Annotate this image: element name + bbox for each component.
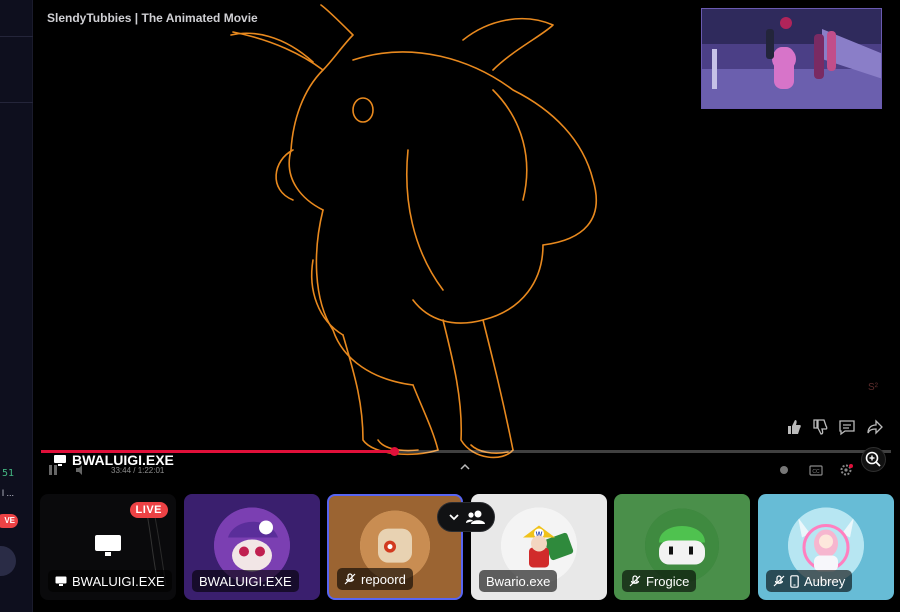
video-timecode: 33:44 / 1:22:01	[111, 466, 165, 475]
participant-name: Frogice	[646, 573, 690, 589]
participant-name: Bwario.exe	[486, 573, 551, 589]
sidebar-live-badge: VE	[0, 514, 18, 528]
participant-name-tag: Aubrey	[766, 570, 853, 592]
participant-tile[interactable]: LIVE BWALUIGI.EXE	[40, 494, 176, 600]
captions-icon[interactable]: CC	[809, 463, 823, 477]
stream-video[interactable]: SlendyTubbies | The Animated Movie S² BW…	[33, 0, 900, 492]
chevron-down-icon[interactable]	[447, 510, 461, 524]
participant-tile[interactable]: Aubrey	[758, 494, 894, 600]
participant-name-tag: Frogice	[622, 570, 697, 592]
mic-muted-icon	[344, 573, 356, 585]
pip-video[interactable]	[701, 8, 882, 109]
sidebar-avatar[interactable]	[0, 546, 16, 576]
participant-name-tag: repoord	[337, 568, 413, 590]
settings-gear-icon[interactable]	[839, 463, 853, 477]
autoplay-icon[interactable]	[777, 463, 791, 477]
channel-sidebar: 51 l ... VE	[0, 0, 33, 612]
pip-scene	[702, 9, 881, 108]
participant-tile[interactable]: BWALUIGI.EXE	[184, 494, 320, 600]
sidebar-divider	[0, 36, 33, 37]
mic-muted-icon	[629, 575, 641, 587]
svg-text:CC: CC	[812, 469, 820, 475]
comment-icon[interactable]	[838, 418, 856, 436]
like-icon[interactable]	[785, 418, 803, 436]
video-watermark: S²	[868, 382, 878, 393]
participant-name-tag: Bwario.exe	[479, 570, 558, 592]
app-root: 51 l ... VE SlendyTubbies | The Animated…	[0, 0, 900, 612]
video-progress-handle[interactable]	[389, 447, 399, 456]
participant-name: Aubrey	[804, 573, 846, 589]
live-badge: LIVE	[129, 502, 168, 518]
participant-name-tag: BWALUIGI.EXE	[48, 570, 172, 592]
share-icon[interactable]	[866, 418, 884, 436]
chevron-up-icon[interactable]	[459, 462, 471, 472]
mobile-phone-icon	[790, 574, 799, 588]
zoom-button[interactable]	[861, 447, 886, 472]
sidebar-truncated-text: l ...	[2, 488, 15, 498]
dislike-icon[interactable]	[811, 418, 829, 436]
mic-muted-icon	[773, 575, 785, 587]
monitor-icon	[54, 454, 66, 466]
participant-name: BWALUIGI.EXE	[199, 573, 292, 589]
participant-name: BWALUIGI.EXE	[72, 573, 165, 589]
participant-name-tag: BWALUIGI.EXE	[192, 570, 299, 592]
sidebar-divider	[0, 102, 33, 103]
zoom-in-icon	[865, 451, 881, 467]
participant-tile[interactable]: Frogice	[614, 494, 750, 600]
monitor-icon	[55, 576, 67, 586]
monitor-icon	[95, 535, 121, 556]
participant-name: repoord	[361, 571, 406, 587]
sidebar-member-count: 51	[2, 468, 15, 479]
participants-toggle[interactable]	[437, 502, 495, 532]
sketch-drawing	[230, 4, 598, 459]
people-icon[interactable]	[465, 509, 486, 525]
